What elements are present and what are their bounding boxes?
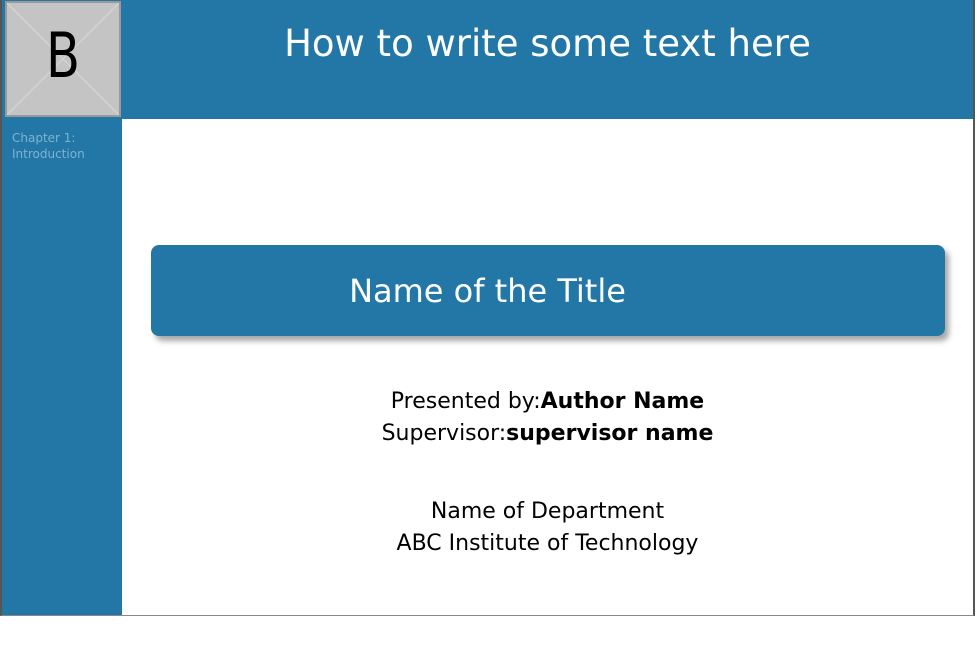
presented-by-label: Presented by:	[390, 389, 541, 414]
header-title: How to write some text here	[284, 22, 811, 65]
logo: B	[5, 1, 121, 117]
presentation-slide: Chapter 1: Introduction How to write som…	[0, 0, 975, 616]
slide-title: Name of the Title	[349, 272, 626, 310]
supervisor-name: supervisor name	[506, 421, 714, 446]
logo-letter: B	[45, 19, 81, 92]
sidebar-chapter-label: Chapter 1:	[12, 131, 76, 145]
presented-by-line: Presented by:Author Name	[122, 386, 973, 418]
sidebar-nav-item-introduction[interactable]: Chapter 1: Introduction	[12, 130, 117, 162]
author-name: Author Name	[540, 389, 705, 414]
department-name: Name of Department	[430, 499, 665, 524]
header-bar: How to write some text here	[122, 0, 973, 119]
institute-name: ABC Institute of Technology	[396, 531, 699, 556]
supervisor-line: Supervisor:supervisor name	[122, 418, 973, 450]
supervisor-label: Supervisor:	[381, 421, 507, 446]
sidebar-section-label: Introduction	[12, 147, 85, 161]
